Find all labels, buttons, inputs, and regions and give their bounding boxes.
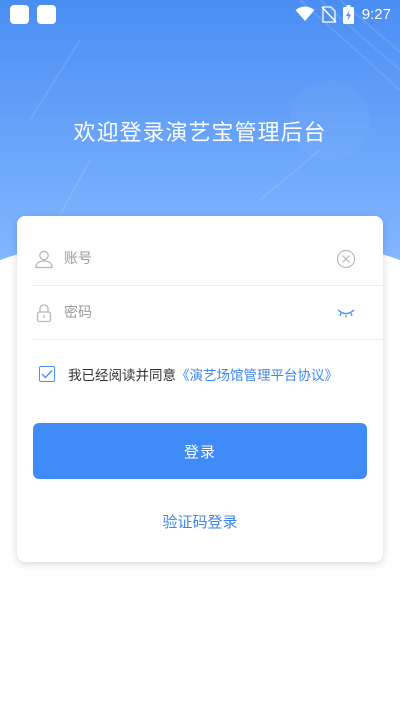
account-field	[33, 232, 383, 286]
login-button[interactable]: 登录	[33, 423, 367, 479]
no-sim-icon	[321, 5, 337, 23]
status-bar: 9:27	[0, 0, 400, 28]
agreement-checkbox[interactable]	[39, 366, 55, 382]
page-title: 欢迎登录演艺宝管理后台	[73, 121, 327, 146]
agreement-text: 我已经阅读并同意	[68, 368, 176, 384]
status-time: 9:27	[361, 5, 391, 23]
user-icon	[35, 250, 53, 268]
sms-login-link[interactable]: 验证码登录	[17, 511, 383, 532]
battery-charging-icon	[342, 4, 354, 24]
clear-icon	[336, 249, 356, 269]
lock-icon	[36, 303, 52, 322]
toggle-password-visibility[interactable]	[336, 303, 356, 323]
eye-closed-icon	[337, 309, 355, 318]
check-icon	[41, 370, 53, 379]
wifi-icon	[295, 6, 315, 21]
password-input[interactable]	[64, 297, 314, 328]
agreement-row: 我已经阅读并同意 《演艺场馆管理平台协议》	[39, 364, 338, 384]
clear-button[interactable]	[336, 249, 356, 269]
app-icon	[37, 4, 56, 24]
password-field	[33, 286, 383, 340]
account-input[interactable]	[64, 243, 314, 274]
login-card: 我已经阅读并同意 《演艺场馆管理平台协议》 登录 验证码登录	[17, 216, 383, 562]
app-icon	[10, 4, 29, 24]
agreement-link[interactable]: 《演艺场馆管理平台协议》	[176, 364, 338, 384]
